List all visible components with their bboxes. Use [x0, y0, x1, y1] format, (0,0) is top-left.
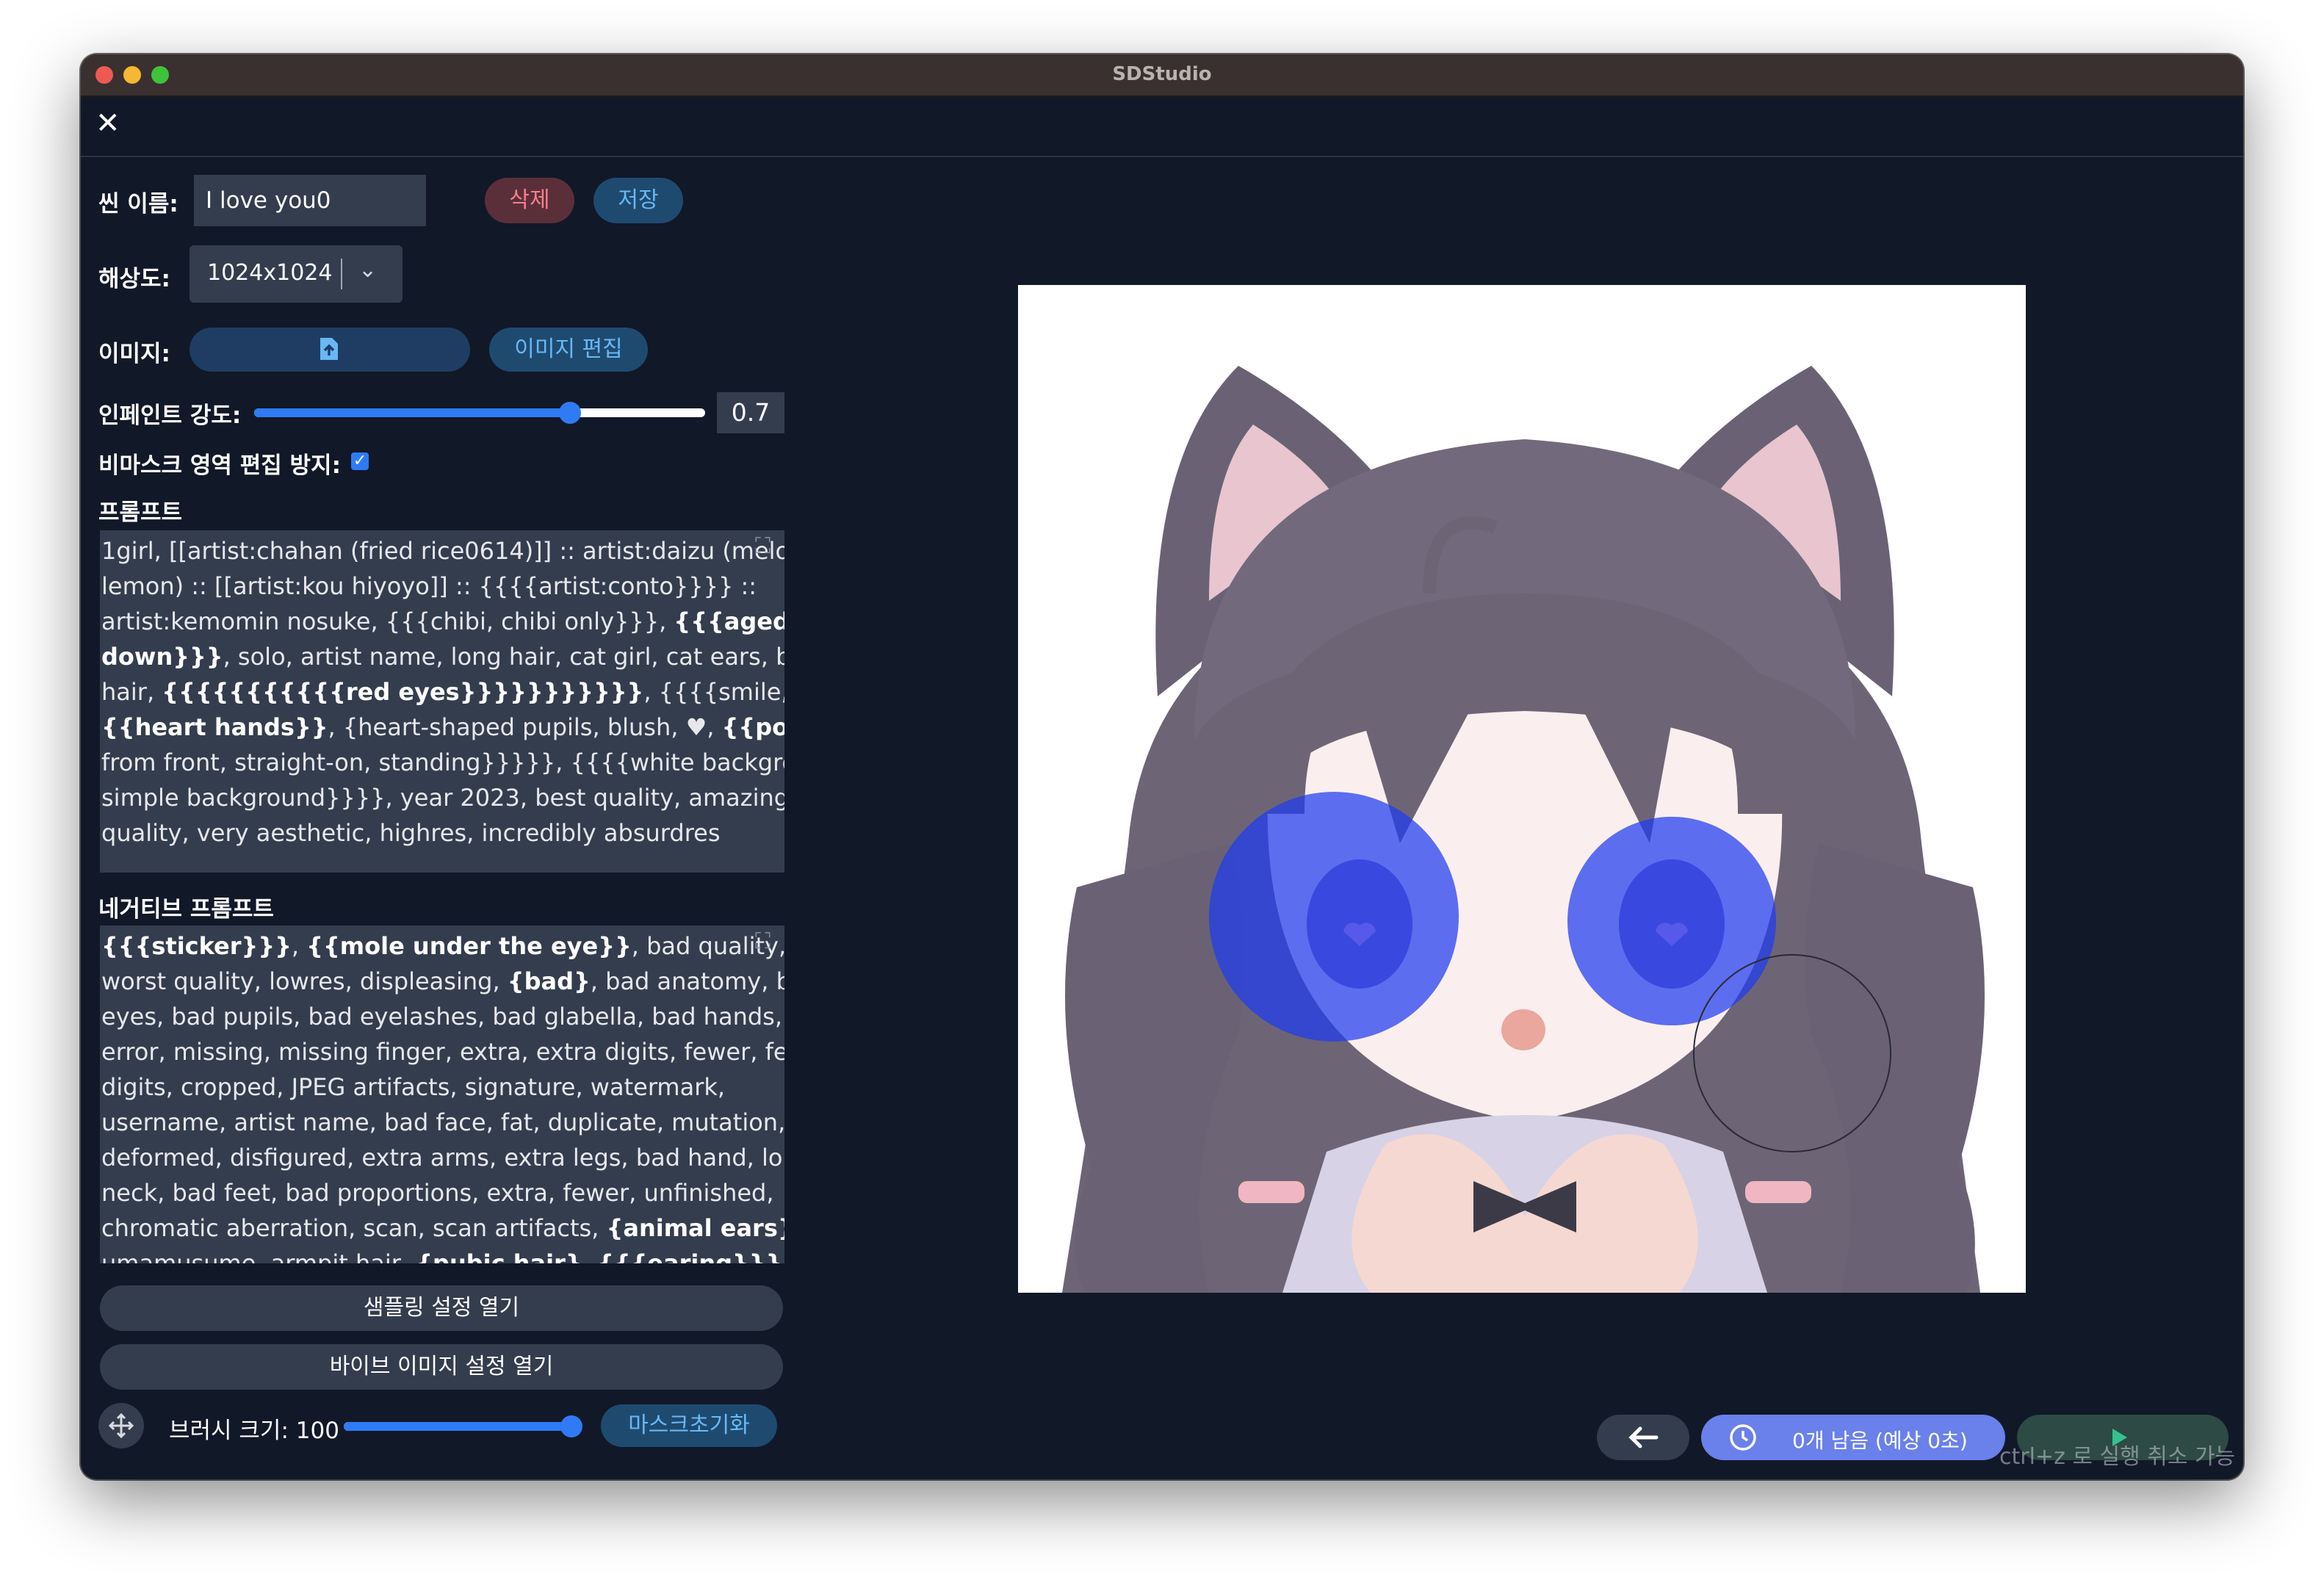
- emphasized-tag: {pubic hair}: [416, 1249, 582, 1263]
- prompt-line: {{{sticker}}}, {{mole under the eye}}, b…: [101, 928, 784, 964]
- prompt-text: , {heart-shaped pupils, blush, ♥,: [328, 713, 722, 741]
- prompt-text: , {{{{smile, open mouth,: [643, 678, 784, 706]
- chevron-down-icon: ⌄: [358, 257, 378, 283]
- prompt-text: digits, cropped, JPEG artifacts, signatu…: [101, 1073, 726, 1101]
- emphasized-tag: {{mole under the eye}}: [306, 932, 632, 960]
- back-button[interactable]: [1597, 1415, 1689, 1460]
- prompt-text: chromatic aberration, scan, scan artifac…: [101, 1214, 607, 1242]
- slider-fill: [254, 408, 570, 417]
- prompt-text: error, missing, missing finger, extra, e…: [101, 1038, 784, 1066]
- queue-status-text: 0개 남음 (예상 0초): [1792, 1429, 1968, 1453]
- close-icon[interactable]: ✕: [95, 107, 128, 140]
- prompt-line: umamusume, armpit hair, {pubic hair}, {{…: [101, 1246, 784, 1263]
- prompt-text: artist:kemomin nosuke, {{{chibi, chibi o…: [101, 607, 674, 635]
- protect-mask-label: 비마스크 영역 편집 방지:: [98, 452, 341, 479]
- arrow-left-icon: [1628, 1426, 1659, 1448]
- emphasized-tag: {{heart hands}}: [101, 713, 328, 741]
- resolution-select[interactable]: 1024x1024 ⌄: [190, 245, 403, 303]
- prompt-line: eyes, bad pupils, bad eyelashes, bad gla…: [101, 999, 784, 1034]
- resolution-value: 1024x1024: [207, 260, 333, 286]
- prompt-text: , {{{chibi: [782, 1249, 784, 1263]
- negative-prompt-textarea[interactable]: {{{sticker}}}, {{mole under the eye}} , b…: [100, 925, 784, 1263]
- inpaint-strength-label: 인페인트 강도:: [98, 403, 242, 429]
- emphasized-tag: down}}}: [101, 643, 223, 671]
- move-icon: [108, 1412, 134, 1439]
- prompt-line: artist:kemomin nosuke, {{{chibi, chibi o…: [101, 604, 784, 639]
- emphasized-tag: {{{aged: [674, 607, 784, 635]
- top-bar: ✕: [81, 95, 2243, 157]
- prompt-text: quality, very aesthetic, highres, incred…: [101, 819, 721, 847]
- title-bar: SDStudio: [81, 54, 2243, 97]
- resolution-label: 해상도:: [98, 266, 170, 292]
- prompt-line: down}}}, solo, artist name, long hair, c…: [101, 639, 784, 674]
- prompt-text: , solo, artist name, long hair, cat girl…: [223, 643, 784, 671]
- mask-reset-button[interactable]: 마스크초기화: [601, 1404, 777, 1447]
- prompt-text: simple background}}}}, year 2023, best q…: [101, 784, 784, 812]
- prompt-line: chromatic aberration, scan, scan artifac…: [101, 1210, 784, 1246]
- emphasized-tag: {animal ears}: [606, 1214, 784, 1242]
- brush-size-label: 브러시 크기: 100: [169, 1418, 339, 1444]
- emphasized-tag: {{{earing}}}: [596, 1249, 783, 1263]
- slider-fill: [344, 1422, 571, 1431]
- generated-image: [1018, 285, 2026, 1293]
- prompt-text: from front, straight-on, standing}}}}}, …: [101, 748, 784, 776]
- prompt-text: , bad anatomy, bad: [590, 967, 784, 995]
- prompt-text: username, artist name, bad face, fat, du…: [101, 1108, 784, 1136]
- sampling-settings-button[interactable]: 샘플링 설정 열기: [100, 1285, 783, 1331]
- prompt-text: worst quality, lowres, displeasing,: [101, 967, 508, 995]
- emphasized-tag: {{{{{{{{{{{red eyes}}}}}}}}}}}: [162, 678, 644, 706]
- prompt-line: digits, cropped, JPEG artifacts, signatu…: [101, 1069, 780, 1105]
- prompt-line: username, artist name, bad face, fat, du…: [101, 1105, 784, 1140]
- prompt-text: umamusume, armpit hair,: [101, 1249, 416, 1263]
- queue-status-button[interactable]: 0개 남음 (예상 0초): [1701, 1415, 2005, 1460]
- slider-knob[interactable]: [558, 402, 581, 424]
- scene-name-input[interactable]: I love you0: [194, 175, 426, 226]
- prompt-text: ,: [582, 1249, 597, 1263]
- expand-icon[interactable]: ⛶: [755, 928, 771, 954]
- window-title: SDStudio: [1112, 63, 1212, 85]
- prompt-text: deformed, disfigured, extra arms, extra …: [101, 1144, 784, 1172]
- inpaint-strength-value[interactable]: 0.7: [717, 392, 784, 433]
- prompt-text: hair,: [101, 678, 162, 706]
- image-canvas[interactable]: [1018, 285, 2026, 1293]
- expand-icon[interactable]: ⛶: [755, 533, 771, 559]
- prompt-line: quality, very aesthetic, highres, incred…: [101, 815, 780, 851]
- move-tool-button[interactable]: [98, 1403, 144, 1448]
- prompt-line: error, missing, missing finger, extra, e…: [101, 1034, 784, 1069]
- prompt-text: ,: [291, 932, 307, 960]
- image-upload-button[interactable]: [190, 328, 470, 372]
- prompt-line: from front, straight-on, standing}}}}}, …: [101, 745, 784, 780]
- emphasized-tag: {bad}: [507, 967, 591, 995]
- save-button[interactable]: 저장: [593, 178, 683, 223]
- prompt-label: 프롬프트: [98, 499, 183, 526]
- clock-icon: [1730, 1424, 1756, 1451]
- prompt-line: simple background}}}}, year 2023, best q…: [101, 780, 784, 815]
- prompt-line: neck, bad feet, bad proportions, extra, …: [101, 1175, 780, 1210]
- prompt-line: worst quality, lowres, displeasing, {bad…: [101, 964, 784, 999]
- prompt-text: 1girl, [[artist:chahan (fried rice0614)]…: [101, 537, 784, 565]
- emphasized-tag: {{{sticker}}}: [101, 932, 292, 960]
- prompt-line: deformed, disfigured, extra arms, extra …: [101, 1140, 784, 1175]
- image-edit-button[interactable]: 이미지 편집: [489, 328, 648, 372]
- emphasized-tag: {{portrait}}: [721, 713, 784, 741]
- select-separator: [341, 259, 342, 289]
- negative-prompt-label: 네거티브 프롬프트: [98, 896, 274, 923]
- prompt-text: neck, bad feet, bad proportions, extra, …: [101, 1179, 774, 1207]
- prompt-line: hair, {{{{{{{{{{{red eyes}}}}}}}}}}}, {{…: [101, 674, 784, 710]
- prompt-text: lemon) :: [[artist:kou hiyoyo]] :: {{{{a…: [101, 572, 757, 600]
- slider-knob[interactable]: [560, 1415, 582, 1437]
- prompt-textarea[interactable]: 1girl, [[artist:chahan (fried rice0614)]…: [100, 530, 784, 873]
- prompt-text: eyes, bad pupils, bad eyelashes, bad gla…: [101, 1003, 784, 1031]
- protect-mask-checkbox[interactable]: ✓: [351, 452, 369, 470]
- app-window: SDStudio ✕ 씬 이름: I love you0 삭제 저장 해상도: …: [81, 54, 2243, 1479]
- prompt-line: 1girl, [[artist:chahan (fried rice0614)]…: [101, 533, 784, 569]
- undo-hint-toast: ctrl+z 로 실행 취소 가능: [1999, 1444, 2236, 1470]
- file-upload-icon: [320, 338, 338, 360]
- vibe-image-settings-button[interactable]: 바이브 이미지 설정 열기: [100, 1344, 783, 1390]
- prompt-line: lemon) :: [[artist:kou hiyoyo]] :: {{{{a…: [101, 569, 780, 604]
- prompt-line: {{heart hands}}, {heart-shaped pupils, b…: [101, 710, 784, 745]
- image-label: 이미지:: [98, 341, 170, 367]
- scene-name-label: 씬 이름:: [98, 191, 178, 217]
- delete-button[interactable]: 삭제: [485, 178, 574, 223]
